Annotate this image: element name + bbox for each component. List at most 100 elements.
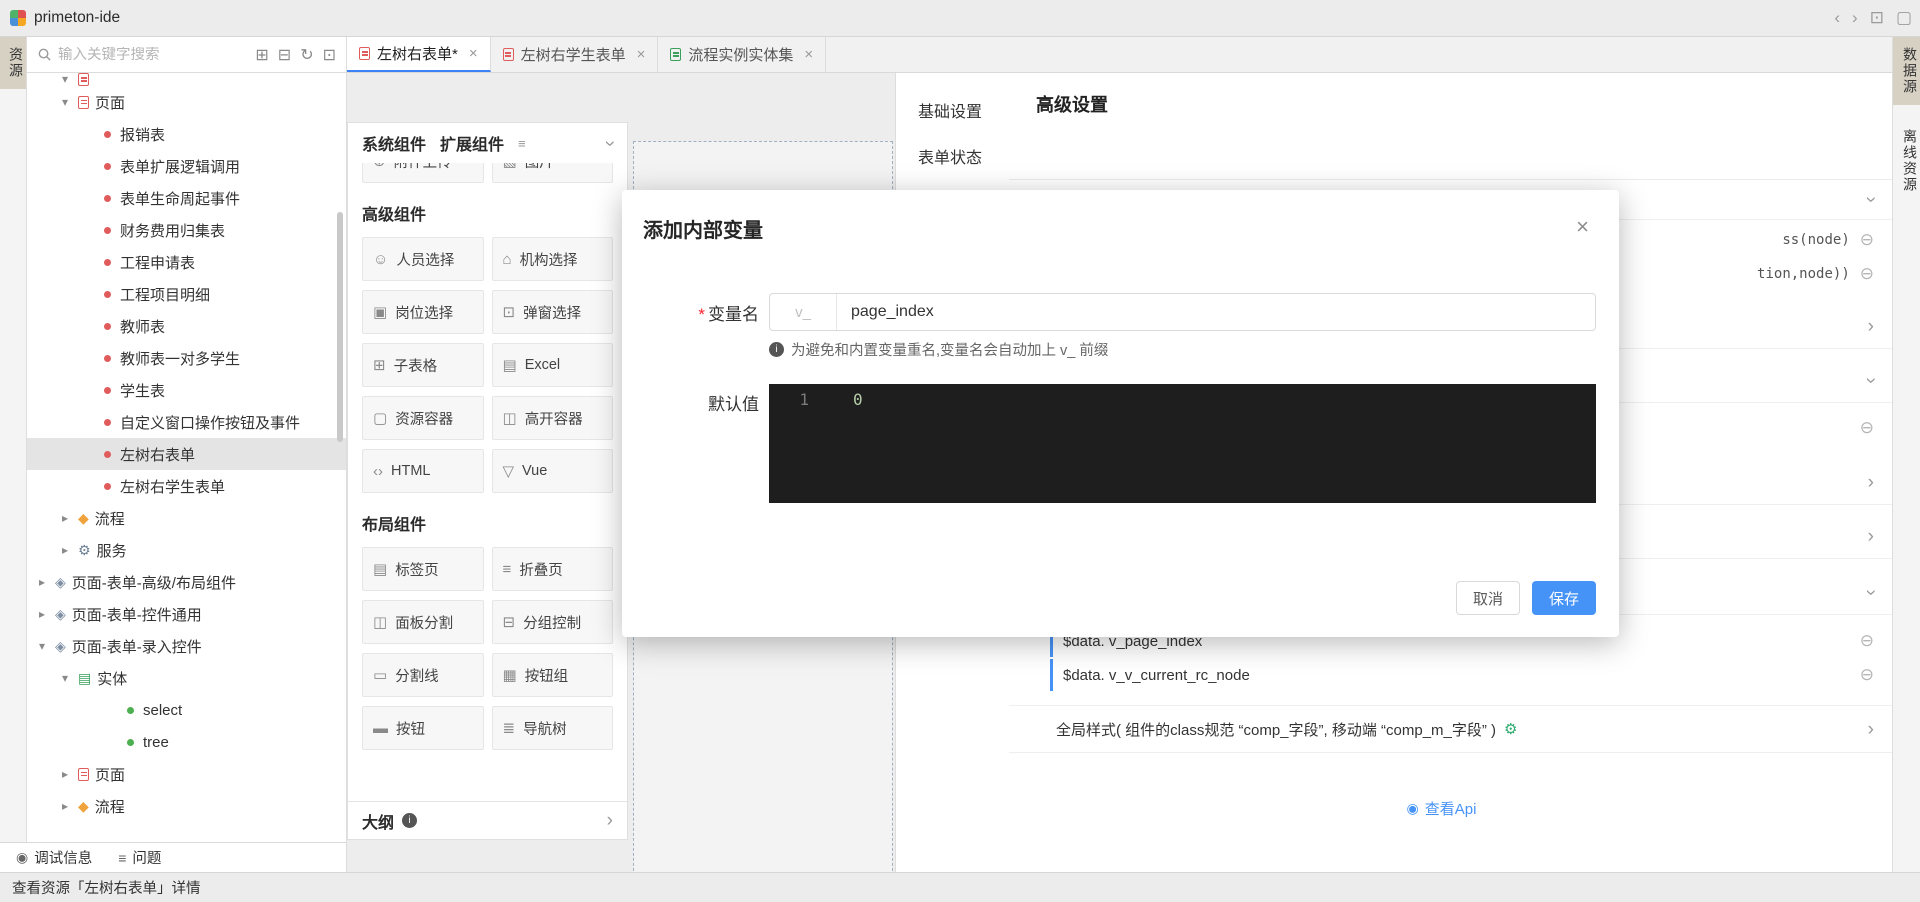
component-item[interactable]: ▬按钮 [362,706,484,750]
chevron-icon[interactable]: › [1861,589,1880,595]
tree-item[interactable]: 报销表 [27,118,346,150]
new-page-icon[interactable]: ⊞ [255,45,268,65]
rail-tab-offline-resources[interactable]: 离线资源 [1893,119,1920,203]
chevron-icon[interactable]: › [1868,317,1874,336]
component-item[interactable]: ⊞子表格 [362,343,484,387]
cancel-button[interactable]: 取消 [1456,581,1520,615]
component-item[interactable]: ≣导航树 [492,706,614,750]
tree-item[interactable]: ▸⚙服务 [27,534,346,566]
tree-arrow-icon[interactable]: ▸ [58,511,72,525]
props-nav-item[interactable]: 基础设置 [896,87,1009,133]
component-item[interactable]: ⊕附件上传 [362,163,484,183]
tree-item[interactable]: 工程项目明细 [27,278,346,310]
chevron-icon[interactable]: › [1861,377,1880,383]
editor-tab[interactable]: 流程实例实体集× [658,37,826,72]
component-item[interactable]: ▧图片 [492,163,614,183]
tree-arrow-icon[interactable]: ▸ [35,607,49,621]
components-tab-extension[interactable]: 扩展组件 [440,131,504,155]
sidebar-scrollbar[interactable] [337,212,343,442]
variable-name-input[interactable] [837,294,1595,330]
tree-item[interactable]: 左树右表单 [27,438,346,470]
tree-arrow-icon[interactable]: ▸ [58,543,72,557]
tree-item[interactable]: ▸◆流程 [27,790,346,822]
editor-code[interactable]: 0 [819,384,1596,503]
tree-item[interactable]: 表单扩展逻辑调用 [27,150,346,182]
tree-item[interactable]: ▸◈页面-表单-控件通用 [27,598,346,630]
tree-item[interactable]: 左树右学生表单 [27,470,346,502]
tree-item[interactable]: 财务费用归集表 [27,214,346,246]
component-item[interactable]: ▢资源容器 [362,396,484,440]
component-item[interactable]: ◫高开容器 [492,396,614,440]
component-menu-icon[interactable]: ≡ [518,136,526,151]
tree-item[interactable]: ▸◆流程 [27,502,346,534]
tree-item[interactable]: 学生表 [27,374,346,406]
component-item[interactable]: ▣岗位选择 [362,290,484,334]
tab-close-icon[interactable]: × [469,45,478,62]
tree-item[interactable]: ▾▤实体 [27,662,346,694]
tree-item[interactable]: ▸◈页面-表单-高级/布局组件 [27,566,346,598]
tree-item[interactable]: select [27,694,346,726]
tree-item[interactable]: ▾ [27,73,346,86]
save-button[interactable]: 保存 [1532,581,1596,615]
tree-arrow-icon[interactable]: ▸ [58,799,72,813]
component-item[interactable]: ▽Vue [492,449,614,493]
chevron-icon[interactable]: › [1868,527,1874,546]
save-layout-icon[interactable]: ▢ [1896,8,1912,28]
collapse-components-icon[interactable]: › [600,140,619,146]
chevron-icon[interactable]: › [1861,196,1880,202]
outline-expand-icon[interactable]: › [607,811,613,830]
component-item[interactable]: ⊟分组控制 [492,600,614,644]
chevron-icon[interactable]: › [1868,720,1874,739]
tree-item[interactable]: tree [27,726,346,758]
component-item[interactable]: ‹›HTML [362,449,484,493]
debug-tab[interactable]: ≡问题 [118,847,161,868]
tree-arrow-icon[interactable]: ▸ [35,575,49,589]
collapse-all-icon[interactable]: ⊡ [323,45,336,65]
component-item[interactable]: ◫面板分割 [362,600,484,644]
editor-tab[interactable]: 左树右表单*× [347,37,491,72]
nav-forward-icon[interactable]: › [1852,8,1858,28]
tree-item[interactable]: ▾页面 [27,86,346,118]
component-item[interactable]: ▤标签页 [362,547,484,591]
component-item[interactable]: ☺人员选择 [362,237,484,281]
component-item[interactable]: ≡折叠页 [492,547,614,591]
component-item[interactable]: ▭分割线 [362,653,484,697]
component-item[interactable]: ▦按钮组 [492,653,614,697]
tree-arrow-icon[interactable]: ▾ [58,73,72,86]
rail-tab-resources[interactable]: 资源 [0,37,26,89]
default-value-editor[interactable]: 1 0 [769,384,1596,503]
remove-icon[interactable]: ⊖ [1860,631,1874,651]
rail-tab-datasource[interactable]: 数据源 [1893,37,1920,105]
tree-item[interactable]: 自定义窗口操作按钮及事件 [27,406,346,438]
components-tab-system[interactable]: 系统组件 [362,131,426,155]
component-item[interactable]: ⌂机构选择 [492,237,614,281]
chevron-icon[interactable]: › [1868,473,1874,492]
tree-arrow-icon[interactable]: ▾ [58,671,72,685]
outline-section[interactable]: 大纲 i › [348,801,627,839]
tree-item[interactable]: 教师表一对多学生 [27,342,346,374]
nav-back-icon[interactable]: ‹ [1834,8,1840,28]
debug-tab[interactable]: ◉调试信息 [16,847,92,868]
tree-arrow-icon[interactable]: ▾ [58,95,72,109]
remove-icon[interactable]: ⊖ [1860,665,1874,685]
editor-tab[interactable]: 左树右学生表单× [491,37,659,72]
close-icon[interactable]: × [1576,216,1589,238]
tab-close-icon[interactable]: × [637,46,646,63]
search-input[interactable] [58,47,251,63]
remove-icon[interactable]: ⊖ [1860,264,1874,284]
component-item[interactable]: ⊡弹窗选择 [492,290,614,334]
component-item[interactable]: ▤Excel [492,343,614,387]
tree-arrow-icon[interactable]: ▾ [35,639,49,653]
remove-icon[interactable]: ⊖ [1860,230,1874,250]
api-link[interactable]: 查看Api [1425,798,1477,819]
layout-panel-icon[interactable]: ⊡ [1870,8,1884,28]
props-nav-item[interactable]: 表单状态 [896,133,1009,179]
tree-item[interactable]: ▾◈页面-表单-录入控件 [27,630,346,662]
tab-close-icon[interactable]: × [804,46,813,63]
refresh-icon[interactable]: ↻ [300,45,313,65]
remove-icon[interactable]: ⊖ [1860,418,1874,438]
tree-item[interactable]: 表单生命周起事件 [27,182,346,214]
tree-item[interactable]: ▸页面 [27,758,346,790]
tree-item[interactable]: 教师表 [27,310,346,342]
tree-item[interactable]: 工程申请表 [27,246,346,278]
